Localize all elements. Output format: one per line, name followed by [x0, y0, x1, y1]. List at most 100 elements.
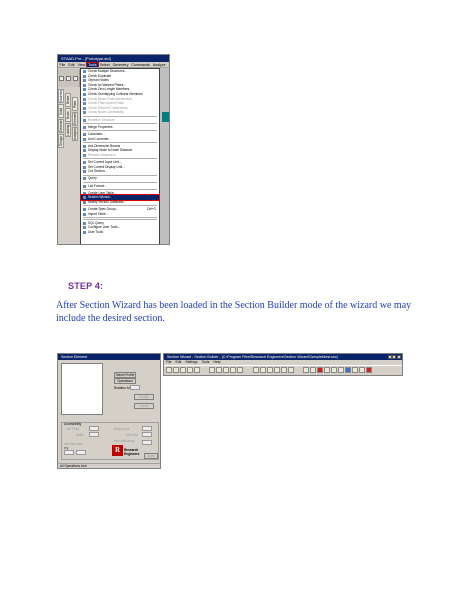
grid-icon[interactable] [303, 367, 310, 373]
menu-item-label: Unit Converter... [88, 136, 112, 141]
close-icon[interactable] [397, 354, 401, 359]
tool-icon[interactable] [259, 367, 266, 373]
menu-item-cut-section[interactable]: Cut Section... [81, 169, 159, 174]
menu-mode[interactable]: Mode [167, 63, 170, 67]
menu-select[interactable]: Select [98, 63, 111, 67]
menu-item-label: User Tools [88, 229, 103, 234]
zoom-out-icon[interactable] [331, 367, 338, 373]
menu-geometry[interactable]: Geometry [111, 63, 130, 67]
toolbar-button[interactable] [66, 76, 71, 81]
menu-analyze[interactable]: Analyze [151, 63, 167, 67]
tool-icon[interactable] [352, 367, 359, 373]
section-preview-area [61, 363, 103, 415]
properties-icon[interactable] [345, 367, 352, 373]
menu-item-label: Check Node Connectivity [88, 110, 124, 115]
toolbar-button[interactable] [73, 76, 78, 81]
mirror-icon[interactable] [237, 367, 244, 373]
tab-loading[interactable]: Loading [65, 123, 71, 137]
tab-analysis[interactable]: Analysis [72, 127, 78, 141]
tab-geometry[interactable]: Geometry [72, 112, 78, 126]
drawing-area[interactable] [160, 68, 169, 244]
apply-button[interactable]: Apply [144, 453, 158, 459]
menu-item-label: Remove Dimension [88, 152, 116, 157]
maximize-icon[interactable] [392, 354, 397, 359]
redo-icon[interactable] [216, 367, 223, 373]
toolbar-button[interactable] [59, 76, 64, 81]
save-icon[interactable] [180, 367, 186, 373]
menu-item-user-tools[interactable]: User Tools [81, 230, 159, 235]
menu-file[interactable]: File [58, 63, 67, 67]
menu-item-unit-converter[interactable]: Unit Converter... [81, 137, 159, 142]
menu-item-label: Check Plate Aspect Ratio [88, 101, 124, 106]
menu-item-list-format[interactable]: List Format... [81, 184, 159, 189]
menu-item-icon [82, 111, 86, 115]
menu-item-modify-section-database[interactable]: Modify Section Database... [81, 200, 159, 205]
menu-edit[interactable]: Edit [67, 63, 76, 67]
menu-item-label: Check Zero Length Members [88, 87, 130, 92]
menu-item-icon [82, 226, 86, 230]
width-input[interactable] [89, 432, 99, 437]
rotate-icon[interactable] [230, 367, 237, 373]
tab-node[interactable]: Node [65, 108, 71, 122]
logo-mark: R [112, 445, 123, 456]
menu-item-label: Import Table... [88, 211, 109, 216]
stop-icon[interactable] [317, 367, 324, 373]
tool-icon[interactable] [252, 367, 259, 373]
menu-item-query[interactable]: Query [81, 176, 159, 181]
edge-point-input[interactable] [142, 426, 152, 431]
menu-item-label: Query [88, 176, 97, 181]
copy-icon[interactable] [194, 367, 200, 373]
minimize-icon[interactable] [387, 354, 392, 359]
tab-modeling[interactable]: Modeling [58, 89, 64, 103]
menu-view[interactable]: View [76, 63, 87, 67]
menu-item-label: Check Beam-Plate Intersection [88, 96, 132, 101]
pan-icon[interactable] [338, 367, 345, 373]
tab-solid[interactable]: Solid [58, 104, 64, 118]
status-bar: All Operations inch [58, 463, 160, 468]
open-file-icon[interactable] [173, 367, 179, 373]
menu-item-label: Redefine Structure [88, 117, 115, 122]
menu-commands[interactable]: Commands [130, 63, 151, 67]
menu-item-icon [82, 125, 86, 129]
tool-icon[interactable] [287, 367, 294, 373]
menu-item-icon [82, 230, 86, 234]
width-label: width [76, 433, 84, 437]
menu-tools[interactable]: Tools [85, 62, 100, 67]
menu-item-label: Ask Dimension Beams [88, 143, 121, 148]
cut-point-input[interactable] [89, 426, 99, 431]
new-file-icon[interactable] [166, 367, 172, 373]
undo-icon[interactable] [209, 367, 216, 373]
menu-item-merge-properties[interactable]: Merge Properties [81, 125, 159, 130]
menu-settings[interactable]: Settings [183, 360, 199, 364]
y-input[interactable] [76, 450, 86, 455]
menu-item-icon [82, 97, 86, 101]
print-icon[interactable] [187, 367, 193, 373]
menu-item-import-table[interactable]: Import Table... [81, 212, 159, 217]
tool-icon[interactable] [359, 367, 366, 373]
menu-item-icon [82, 153, 86, 157]
snap-icon[interactable] [310, 367, 317, 373]
tool-icon[interactable] [273, 367, 280, 373]
teal-panel [162, 112, 169, 122]
delete-icon[interactable] [366, 367, 373, 373]
rotation-angle-input[interactable] [130, 385, 140, 390]
tab-design[interactable]: Design [58, 134, 64, 148]
move-icon[interactable] [223, 367, 230, 373]
tab-general[interactable]: General [58, 119, 64, 133]
x-input[interactable] [64, 450, 74, 455]
operations-button[interactable]: Operations [114, 378, 136, 384]
zoom-in-icon[interactable] [324, 367, 331, 373]
menu-help[interactable]: Help [212, 360, 223, 364]
menu-tools[interactable]: Tools [200, 360, 212, 364]
tab-plate[interactable]: Plate [72, 97, 78, 111]
with-fold-input[interactable] [142, 432, 152, 437]
tool-icon[interactable] [280, 367, 287, 373]
menu-item-icon [82, 137, 86, 141]
tab-beam[interactable]: Beam [65, 93, 71, 107]
tool-icon[interactable] [266, 367, 273, 373]
with-shift-input[interactable] [142, 440, 152, 445]
modify-button[interactable]: Modify [134, 394, 154, 400]
delete-button[interactable]: Delete [134, 403, 154, 409]
menu-edit[interactable]: Edit [173, 360, 183, 364]
toolbar [58, 69, 80, 99]
